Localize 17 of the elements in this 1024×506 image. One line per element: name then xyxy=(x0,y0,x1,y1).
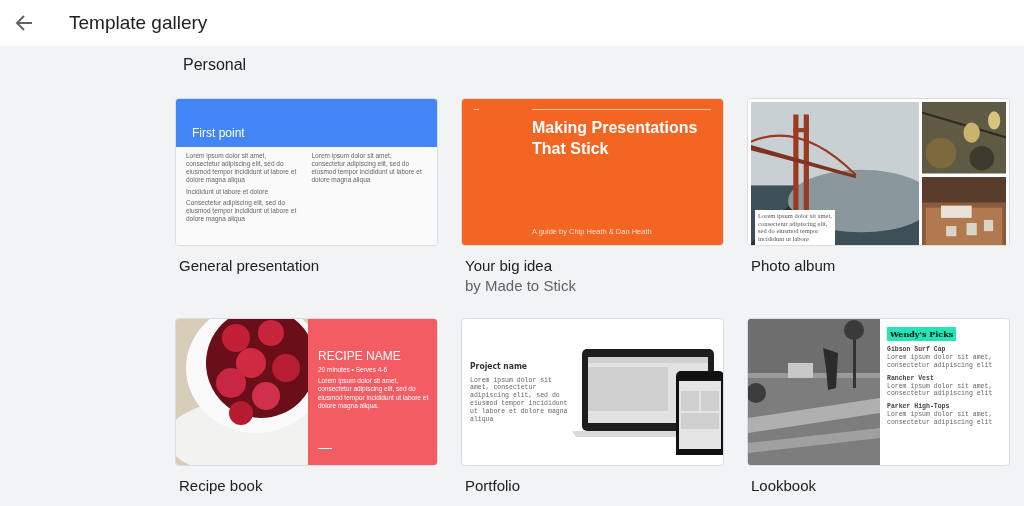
slide-heading: Making Presentations That Stick xyxy=(532,118,699,159)
template-thumbnail[interactable] xyxy=(175,98,438,246)
template-author: by Made to Stick xyxy=(465,277,577,294)
template-title: Recipe book xyxy=(179,477,264,494)
section-title: Personal xyxy=(183,56,248,75)
slide-heading: Wendy's Picks xyxy=(887,327,957,341)
template-title: Lookbook xyxy=(751,477,818,494)
template-thumbnail[interactable] xyxy=(747,318,1010,466)
slide-heading: RECIPE NAME xyxy=(318,349,402,363)
template-title: Portfolio xyxy=(465,477,522,494)
template-title: Your big idea xyxy=(465,257,554,274)
page-title: Template gallery xyxy=(69,12,208,34)
template-title: General presentation xyxy=(179,257,321,274)
slide-heading: Project name xyxy=(470,360,529,371)
slide-heading: First point xyxy=(192,126,245,140)
back-arrow-icon xyxy=(15,14,33,32)
template-title: Photo album xyxy=(751,257,837,274)
